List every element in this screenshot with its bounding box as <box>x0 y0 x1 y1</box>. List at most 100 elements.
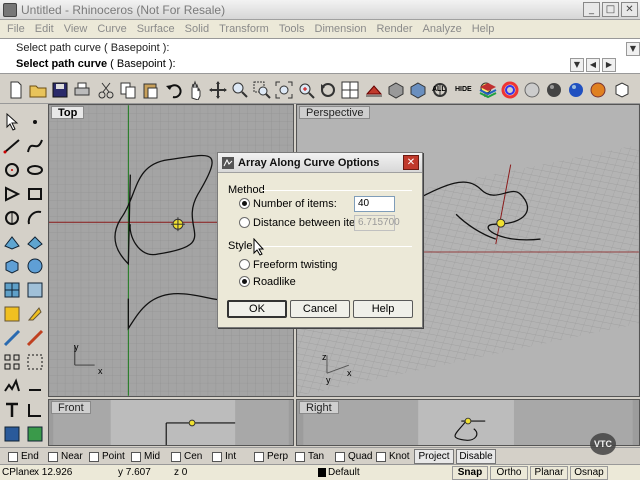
edit-tools-icon[interactable] <box>25 328 45 348</box>
osnap-quad-checkbox[interactable] <box>335 451 345 462</box>
planar-toggle[interactable]: Planar <box>530 466 568 480</box>
dimension-icon[interactable] <box>2 304 22 324</box>
array-tools-icon[interactable] <box>25 352 45 372</box>
circle-icon[interactable] <box>2 160 22 180</box>
menu-transform[interactable]: Transform <box>214 23 274 35</box>
menu-tools[interactable]: Tools <box>274 23 310 35</box>
analyze-icon[interactable] <box>2 376 22 396</box>
menu-curve[interactable]: Curve <box>92 23 131 35</box>
disable-button[interactable]: Disable <box>456 449 496 464</box>
menu-help[interactable]: Help <box>467 23 500 35</box>
array-icon[interactable] <box>2 352 22 372</box>
osnap-perp-checkbox[interactable] <box>254 451 264 462</box>
osnap-end[interactable]: End <box>8 450 39 463</box>
copy-icon[interactable] <box>118 80 138 100</box>
osnap-near[interactable]: Near <box>48 450 83 463</box>
point-icon[interactable] <box>25 112 45 132</box>
menu-surface[interactable]: Surface <box>132 23 180 35</box>
osnap-point-checkbox[interactable] <box>89 451 99 462</box>
distance-between-items-radio[interactable] <box>239 217 250 228</box>
zoom-window-icon[interactable] <box>252 80 272 100</box>
dimension-tools-icon[interactable] <box>25 400 45 420</box>
material-icon[interactable] <box>522 80 542 100</box>
solid-edit-icon[interactable] <box>25 256 45 276</box>
box-icon[interactable] <box>2 256 22 276</box>
minimize-button[interactable]: _ <box>583 2 600 17</box>
cancel-button[interactable]: Cancel <box>290 300 350 318</box>
osnap-mid-checkbox[interactable] <box>131 451 141 462</box>
menu-render[interactable]: Render <box>371 23 417 35</box>
osnap-cen[interactable]: Cen <box>171 450 202 463</box>
render-tools-icon[interactable] <box>2 424 22 444</box>
color-wheel-icon[interactable] <box>500 80 520 100</box>
rotate-view-icon[interactable] <box>208 80 228 100</box>
arc-icon[interactable] <box>25 208 45 228</box>
cut-icon[interactable] <box>96 80 116 100</box>
layer-color-swatch[interactable] <box>318 468 326 477</box>
menu-edit[interactable]: Edit <box>30 23 59 35</box>
help-button[interactable]: Help <box>353 300 413 318</box>
help-topics-icon[interactable] <box>612 80 632 100</box>
command-prompt[interactable]: Select path curve ( Basepoint ): <box>16 58 176 70</box>
number-of-items-radio[interactable] <box>239 198 250 209</box>
pan-icon[interactable] <box>186 80 206 100</box>
globe-icon[interactable] <box>566 80 586 100</box>
right-viewport[interactable] <box>296 399 640 446</box>
menu-view[interactable]: View <box>59 23 93 35</box>
render-icon[interactable] <box>386 80 406 100</box>
lighting-icon[interactable] <box>25 304 45 324</box>
viewport-title-front[interactable]: Front <box>51 401 91 414</box>
command-prev-button[interactable]: ◀ <box>586 58 600 72</box>
save-icon[interactable] <box>50 80 70 100</box>
surface-edit-icon[interactable] <box>25 232 45 252</box>
help-icon[interactable] <box>588 80 608 100</box>
roadlike-radio[interactable] <box>239 276 250 287</box>
menu-solid[interactable]: Solid <box>180 23 214 35</box>
open-icon[interactable] <box>28 80 48 100</box>
osnap-point[interactable]: Point <box>89 450 125 463</box>
paste-icon[interactable] <box>140 80 160 100</box>
render-settings-icon[interactable] <box>25 424 45 444</box>
osnap-cen-checkbox[interactable] <box>171 451 181 462</box>
undo-view-icon[interactable] <box>318 80 338 100</box>
print-icon[interactable] <box>72 80 92 100</box>
dialog-title-bar[interactable]: Array Along Curve Options ✕ <box>218 153 422 173</box>
command-next-button[interactable]: ▶ <box>602 58 616 72</box>
osnap-int-checkbox[interactable] <box>212 451 222 462</box>
osnap-tan-checkbox[interactable] <box>295 451 305 462</box>
zoom-icon[interactable] <box>230 80 250 100</box>
menu-file[interactable]: File <box>2 23 30 35</box>
osnap-quad[interactable]: Quad <box>335 450 372 463</box>
distance-between-items-input[interactable]: 6.715700 <box>354 215 400 231</box>
grid-icon[interactable] <box>364 80 384 100</box>
zoom-extents-icon[interactable] <box>274 80 294 100</box>
new-icon[interactable] <box>6 80 26 100</box>
four-views-icon[interactable] <box>340 80 360 100</box>
osnap-knot-checkbox[interactable] <box>376 451 386 462</box>
mesh-icon[interactable] <box>2 280 22 300</box>
command-area[interactable]: Select path curve ( Basepoint ): Select … <box>0 38 640 74</box>
project-button[interactable]: Project <box>414 449 454 464</box>
text-icon[interactable] <box>2 400 22 420</box>
status-layer[interactable]: Default <box>328 467 360 478</box>
osnap-toggle[interactable]: Osnap <box>570 466 608 480</box>
close-button[interactable]: ✕ <box>621 2 638 17</box>
command-menu-button[interactable]: ▼ <box>570 58 584 72</box>
command-option-basepoint[interactable]: ( Basepoint ): <box>110 58 175 70</box>
osnap-int[interactable]: Int <box>212 450 236 463</box>
osnap-near-checkbox[interactable] <box>48 451 58 462</box>
osnap-mid[interactable]: Mid <box>131 450 160 463</box>
ok-button[interactable]: OK <box>227 300 287 318</box>
osnap-tan[interactable]: Tan <box>295 450 324 463</box>
dialog-close-button[interactable]: ✕ <box>403 155 419 170</box>
render-preview-icon[interactable] <box>408 80 428 100</box>
menu-dimension[interactable]: Dimension <box>310 23 372 35</box>
select-arrow-icon[interactable] <box>2 112 22 132</box>
rectangle-icon[interactable] <box>25 184 45 204</box>
undo-icon[interactable] <box>164 80 184 100</box>
ellipse-icon[interactable] <box>25 160 45 180</box>
freeform-twisting-radio[interactable] <box>239 259 250 270</box>
osnap-knot[interactable]: Knot <box>376 450 410 463</box>
hide-label[interactable]: HIDE <box>455 86 472 93</box>
mesh-tools-icon[interactable] <box>25 280 45 300</box>
